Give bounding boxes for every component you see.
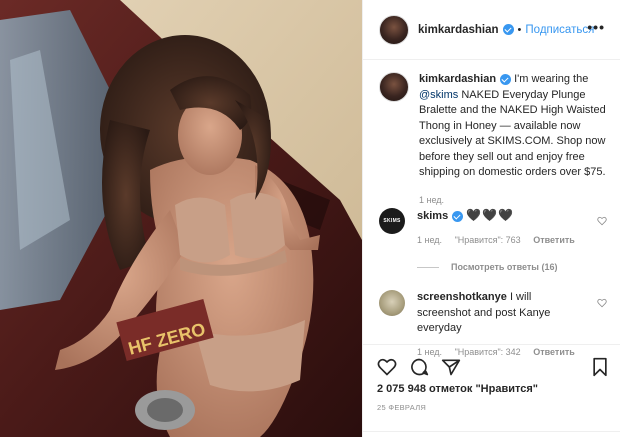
comment-icon[interactable] [409,357,429,377]
caption-avatar[interactable] [379,72,409,102]
comment-username[interactable]: screenshotkanye [417,291,507,303]
caption-text-after: NAKED Everyday Plunge Bralette and the N… [419,88,606,179]
comment-meta: 1 нед. "Нравится": 763 Ответить [417,233,587,249]
divider-line [417,266,439,268]
caption-mention[interactable]: @skims [419,89,458,101]
post-photo[interactable]: HF ZERO [0,0,362,437]
view-replies-button[interactable]: Посмотреть ответы (16) [417,262,557,272]
comment-item: SKIMS skims 🖤🖤🖤 1 нед. "Нравится": 763 О… [379,208,609,248]
action-icons [377,357,473,377]
reply-button[interactable]: Ответить [533,235,575,245]
share-icon[interactable] [441,357,461,377]
verified-badge-icon [502,24,514,35]
caption: kimkardashian I'm wearing the @skims NAK… [379,72,609,208]
likes-count[interactable]: 2 075 948 отметок "Нравится" [377,383,538,395]
comment-username[interactable]: skims [417,210,448,222]
avatar[interactable] [379,14,409,45]
actions-bar: 2 075 948 отметок "Нравится" 25 ФЕВРАЛЯ [363,344,620,437]
comment-body: skims 🖤🖤🖤 1 нед. "Нравится": 763 Ответит… [417,208,587,248]
add-comment-area[interactable] [363,431,620,437]
caption-username[interactable]: kimkardashian [419,73,496,85]
more-icon[interactable]: ••• [587,20,605,34]
post-image: HF ZERO [0,0,362,437]
bookmark-icon[interactable] [591,357,609,377]
follow-button[interactable]: Подписаться [525,24,594,36]
post-header: kimkardashian • Подписаться ••• [363,0,620,60]
comment-likes[interactable]: "Нравится": 763 [455,235,521,245]
verified-badge-icon [500,73,512,85]
post-sidebar: kimkardashian • Подписаться ••• kimkarda… [362,0,620,437]
verified-badge-icon [452,210,464,222]
separator-dot: • [517,23,522,36]
comment-text: 🖤🖤🖤 [466,208,515,222]
heart-icon[interactable] [597,298,607,308]
heart-icon[interactable] [597,216,607,226]
view-replies-label: Посмотреть ответы (16) [451,262,558,272]
caption-text-before: I'm wearing the [511,73,589,85]
header-username[interactable]: kimkardashian [418,24,499,36]
comment-avatar[interactable]: SKIMS [379,208,405,234]
caption-time: 1 нед. [419,194,445,205]
comment-time: 1 нед. [417,234,443,245]
caption-text: kimkardashian I'm wearing the @skims NAK… [419,72,609,208]
post-date: 25 ФЕВРАЛЯ [377,403,427,412]
comment-avatar[interactable] [379,290,405,316]
heart-icon[interactable] [377,357,397,377]
